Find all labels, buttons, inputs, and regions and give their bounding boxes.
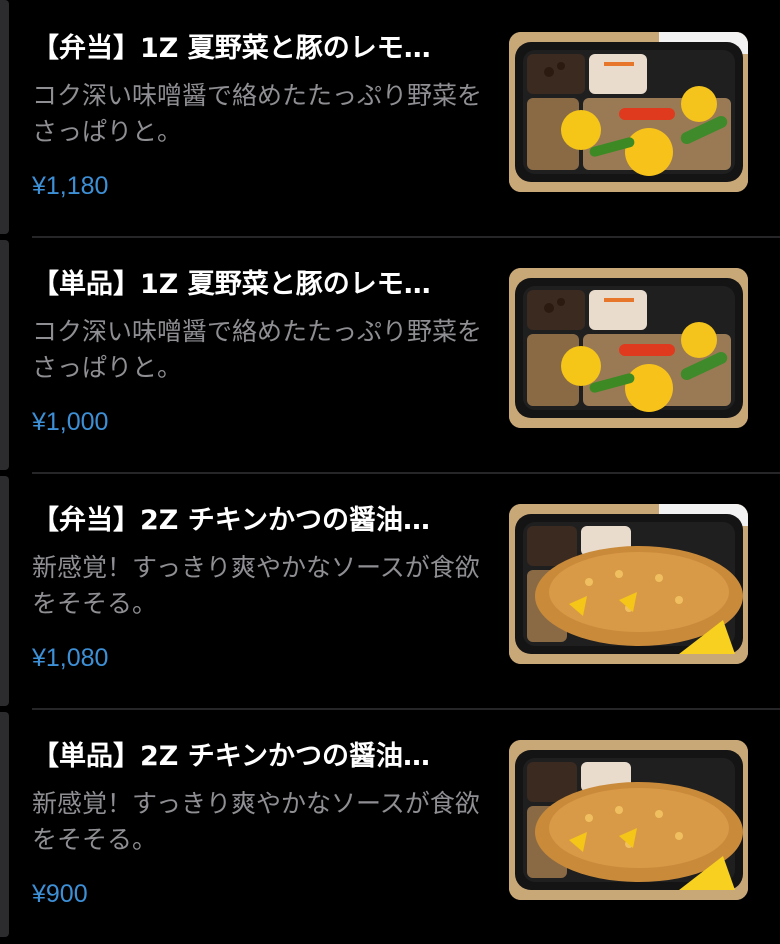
menu-item-title: 【単品】1Z 夏野菜と豚のレモ… <box>32 269 431 300</box>
side-panel-edge-tab[interactable] <box>0 0 9 234</box>
menu-item-price: ¥1,080 <box>32 644 109 672</box>
chicken-katsu-bento-image <box>509 740 748 900</box>
pork-vegetable-lemon-bento-image <box>509 268 748 428</box>
menu-item-price: ¥1,180 <box>32 172 109 200</box>
menu-item-description: 新感覚！すっきり爽やかなソースが食欲をそそる。 <box>32 789 480 854</box>
menu-item-price: ¥900 <box>32 880 88 908</box>
side-panel-edge-tab[interactable] <box>0 476 9 706</box>
side-panel-edge-tab[interactable] <box>0 240 9 470</box>
chicken-katsu-bento-image <box>509 504 748 664</box>
menu-item-price: ¥1,000 <box>32 408 109 436</box>
menu-item-title: 【弁当】1Z 夏野菜と豚のレモ… <box>32 33 431 64</box>
pork-vegetable-lemon-bento-image <box>509 32 748 192</box>
menu-item[interactable]: 【弁当】2Z チキンかつの醤油… 新感覚！すっきり爽やかなソースが食欲をそそる。… <box>32 472 780 708</box>
menu-item[interactable]: 【単品】1Z 夏野菜と豚のレモ… コク深い味噌醤で絡めたたっぷり野菜をさっぱりと… <box>32 236 780 472</box>
menu-item-description: コク深い味噌醤で絡めたたっぷり野菜をさっぱりと。 <box>32 317 483 382</box>
menu-item-title: 【単品】2Z チキンかつの醤油… <box>32 741 430 772</box>
side-panel-edge-tab[interactable] <box>0 712 9 937</box>
menu-item[interactable]: 【単品】2Z チキンかつの醤油… 新感覚！すっきり爽やかなソースが食欲をそそる。… <box>32 708 780 944</box>
menu-item-description: 新感覚！すっきり爽やかなソースが食欲をそそる。 <box>32 553 480 618</box>
menu-item[interactable]: 【弁当】1Z 夏野菜と豚のレモ… コク深い味噌醤で絡めたたっぷり野菜をさっぱりと… <box>32 0 780 236</box>
menu-item-description: コク深い味噌醤で絡めたたっぷり野菜をさっぱりと。 <box>32 81 483 146</box>
menu-item-title: 【弁当】2Z チキンかつの醤油… <box>32 505 430 536</box>
